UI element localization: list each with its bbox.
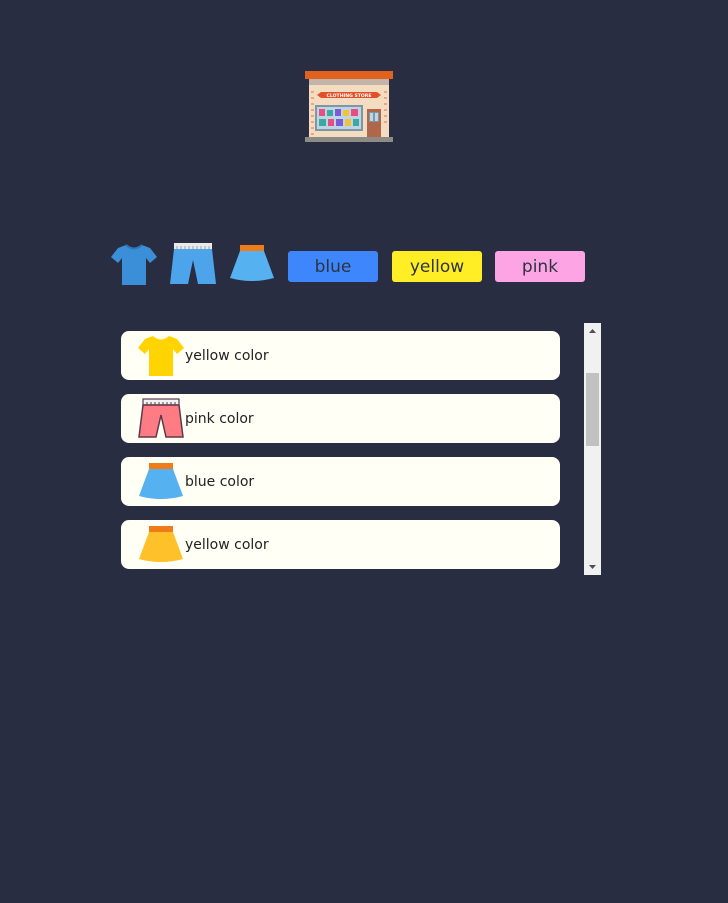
item-label: blue color xyxy=(185,474,255,490)
clothing-store-icon: CLOTHING STORE xyxy=(305,71,393,142)
filter-bar: blue yellow pink xyxy=(110,240,590,290)
yellow-tshirt-icon xyxy=(138,336,184,376)
scroll-up-arrow-icon[interactable] xyxy=(584,323,601,340)
item-list-container[interactable]: yellow color pink color blue color yello… xyxy=(121,323,601,575)
blue-skirt-icon xyxy=(139,463,183,499)
list-item: yellow color xyxy=(121,520,560,569)
shorts-icon[interactable] xyxy=(169,240,217,288)
skirt-icon[interactable] xyxy=(228,240,276,288)
list-item: blue color xyxy=(121,457,560,506)
item-label: pink color xyxy=(185,411,254,427)
tshirt-icon[interactable] xyxy=(110,240,158,288)
list-item: pink color xyxy=(121,394,560,443)
item-label: yellow color xyxy=(185,537,269,553)
item-label: yellow color xyxy=(185,348,269,364)
list-item: yellow color xyxy=(121,331,560,380)
scrollbar[interactable] xyxy=(584,323,601,575)
item-list: yellow color pink color blue color yello… xyxy=(121,331,560,583)
pink-filter-button[interactable]: pink xyxy=(495,251,585,282)
yellow-skirt-icon xyxy=(139,526,183,562)
scroll-thumb[interactable] xyxy=(586,373,599,446)
blue-filter-button[interactable]: blue xyxy=(288,251,378,282)
pink-shorts-icon xyxy=(138,398,184,438)
yellow-filter-button[interactable]: yellow xyxy=(392,251,482,282)
store-sign-text: CLOTHING STORE xyxy=(327,93,372,99)
scroll-down-arrow-icon[interactable] xyxy=(584,558,601,575)
